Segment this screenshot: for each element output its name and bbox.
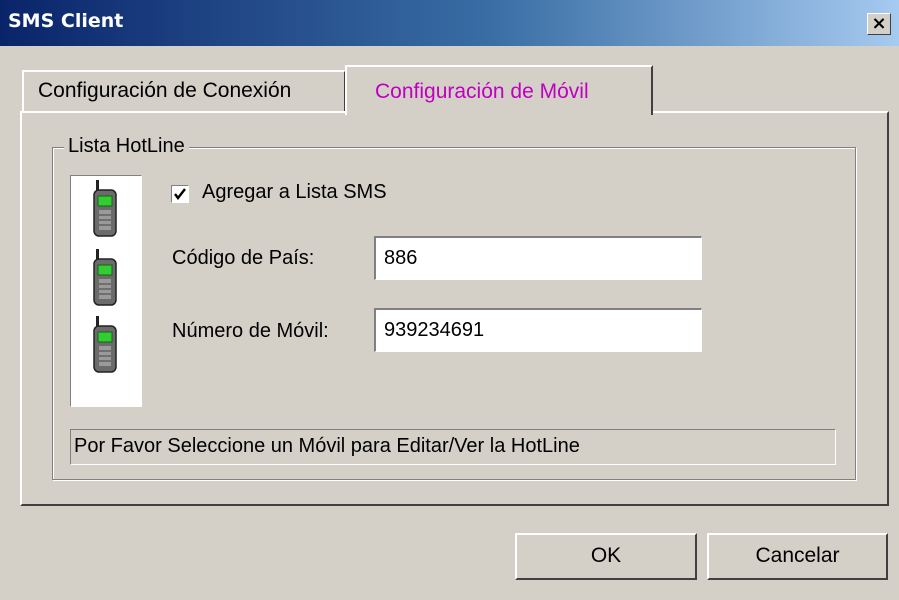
country-code-input[interactable]: [374, 236, 702, 280]
cancel-button-label: Cancelar: [755, 544, 840, 567]
close-icon: ×: [871, 13, 887, 34]
groupbox-legend: Lista HotLine: [64, 135, 189, 158]
window-title: SMS Client: [8, 10, 124, 32]
tab-label: Configuración de Móvil: [375, 80, 589, 103]
tab-configuracion-conexion[interactable]: Configuración de Conexión: [22, 70, 346, 112]
mobile-number-input[interactable]: [374, 308, 702, 352]
ok-button-label: OK: [590, 544, 622, 567]
mobile-phone-icon[interactable]: [91, 180, 121, 240]
tab-label: Configuración de Conexión: [38, 79, 292, 102]
mobile-phone-icon[interactable]: [91, 316, 121, 376]
mobile-phone-icon[interactable]: [91, 249, 121, 309]
status-text: Por Favor Seleccione un Móvil para Edita…: [74, 435, 580, 457]
status-message: Por Favor Seleccione un Móvil para Edita…: [70, 429, 836, 465]
mobile-number-label: Número de Móvil:: [172, 320, 329, 342]
checkmark-icon: [174, 188, 186, 200]
tab-configuracion-movil[interactable]: Configuración de Móvil: [345, 65, 653, 115]
close-button[interactable]: ×: [867, 13, 891, 35]
country-code-label: Código de País:: [172, 247, 315, 269]
title-bar[interactable]: SMS Client ×: [0, 0, 899, 46]
add-to-sms-list-checkbox[interactable]: [171, 185, 189, 203]
dialog-window: SMS Client × Configuración de Conexión C…: [0, 0, 899, 600]
checkbox-label[interactable]: Agregar a Lista SMS: [202, 181, 387, 204]
phone-list[interactable]: [70, 175, 142, 407]
cancel-button[interactable]: Cancelar: [707, 533, 888, 580]
ok-button[interactable]: OK: [515, 533, 697, 580]
